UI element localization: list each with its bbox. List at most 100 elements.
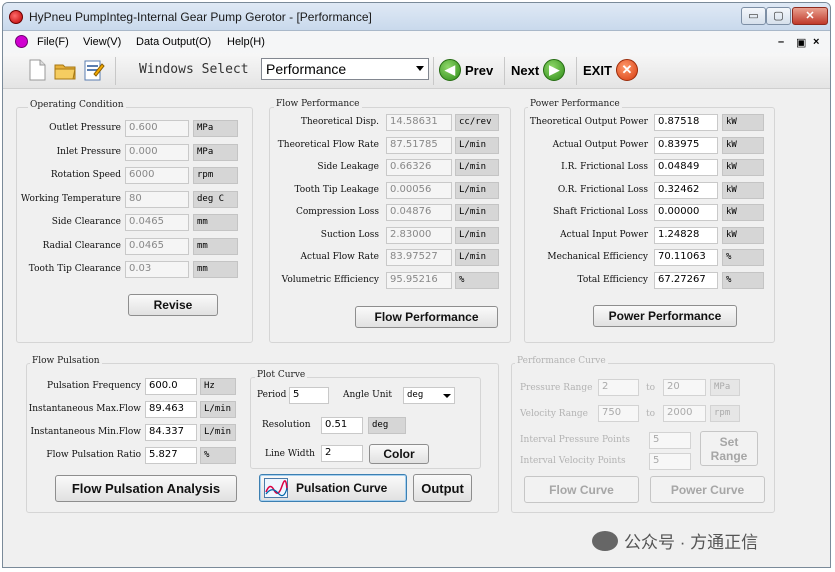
windows-select-dropdown[interactable]: Performance [261,58,429,80]
velocity-range-label: Velocity Range [520,409,589,419]
power-row-label: O.R. Frictional Loss [557,184,648,195]
operating-row-value-field[interactable]: 0.03 [125,261,189,278]
flow-row-value-field[interactable]: 83.97527 [386,249,452,266]
power-row-label: Mechanical Efficiency [547,252,648,262]
angle-unit-select[interactable]: deg [403,387,455,404]
minimize-button[interactable]: ▭ [741,7,766,25]
operating-row-value-field[interactable]: 80 [125,190,189,208]
flow-row-label: Theoretical Disp. [300,117,379,127]
menu-help[interactable]: Help(H) [227,36,265,48]
toolbar: Windows Select Performance ◀ Prev Next ▶… [3,53,830,89]
pulsation-row-value-field[interactable]: 89.463 [145,401,197,418]
power-row-value-field[interactable]: 1.24828 [654,226,718,244]
power-row-unit: kW [722,136,764,154]
power-row-value-field[interactable]: 0.32462 [654,181,718,199]
operating-row-value-field[interactable]: 0.600 [125,120,189,137]
menu-data-output[interactable]: Data Output(O) [136,36,211,48]
mdi-close-button[interactable]: × [813,36,819,48]
close-x-icon: ✕ [615,59,638,81]
watermark: 公众号 · 方通正信 [592,528,758,553]
close-button[interactable]: ✕ [792,7,828,25]
operating-row-value-field[interactable]: 0.0465 [125,237,189,255]
menu-view[interactable]: View(V) [83,36,121,48]
line-width-label: Line Width [265,449,315,459]
operating-row-label: Rotation Speed [50,170,121,180]
flow-row-value-field[interactable]: 0.66326 [386,159,452,176]
operating-row-unit: MPa [193,143,238,161]
pressure-to-input[interactable]: 20 [663,379,706,396]
pulsation-row-value-field[interactable]: 84.337 [145,424,197,441]
flow-row-value-field[interactable]: 95.95216 [386,271,452,289]
prev-button[interactable]: ◀ Prev [439,56,493,84]
exit-button[interactable]: EXIT ✕ [583,56,638,84]
maximize-button[interactable]: ▢ [766,7,791,25]
windows-select-label: Windows Select [139,62,249,77]
flow-pulsation-analysis-button[interactable]: Flow Pulsation Analysis [55,475,237,502]
operating-row-value-field[interactable]: 0.000 [125,143,189,161]
operating-row-unit: deg C [193,190,238,208]
pressure-to-label: to [646,383,656,393]
arrow-right-icon: ▶ [543,59,566,81]
power-row-unit: kW [722,226,764,244]
set-range-button[interactable]: Set Range [700,431,758,466]
color-button[interactable]: Color [369,444,429,464]
flow-row-value-field[interactable]: 0.04876 [386,204,452,221]
mdi-restore-button[interactable]: ▣ [796,36,806,49]
menu-bar: File(F) View(V) Data Output(O) Help(H) –… [3,31,830,53]
power-performance-button[interactable]: Power Performance [593,305,737,327]
power-row-unit: kW [722,159,764,176]
power-row-value-field[interactable]: 0.04849 [654,159,718,176]
flow-row-value-field[interactable]: 2.83000 [386,226,452,244]
pressure-unit: MPa [710,379,740,396]
new-file-icon[interactable] [25,58,49,82]
save-notepad-icon[interactable] [81,58,105,82]
velocity-from-input[interactable]: 750 [598,405,639,422]
wechat-logo-icon [592,530,618,551]
pulsation-curve-button[interactable]: Pulsation Curve [259,474,407,502]
flow-performance-button[interactable]: Flow Performance [355,306,498,328]
flow-row-label: Volumetric Efficiency [281,274,379,285]
pressure-from-input[interactable]: 2 [598,379,639,396]
menu-file[interactable]: File(F) [37,36,69,48]
pressure-range-label: Pressure Range [520,383,593,393]
mdi-minimize-button[interactable]: – [778,36,784,48]
line-width-input[interactable]: 2 [321,445,363,462]
revise-button[interactable]: Revise [128,294,218,316]
power-row-label: Total Efficiency [577,274,648,285]
chevron-down-icon [443,394,451,398]
pulsation-row-value-field[interactable]: 600.0 [145,378,197,395]
flow-row-value-field[interactable]: 0.00056 [386,181,452,199]
interval-velocity-input[interactable]: 5 [649,453,691,470]
operating-row-unit: mm [193,261,238,278]
power-curve-button[interactable]: Power Curve [650,476,765,503]
pulsation-row-label: Instantaneous Max.Flow [28,404,141,414]
exit-label: EXIT [583,62,612,78]
operating-row-value-field[interactable]: 6000 [125,167,189,184]
operating-row-label: Side Clearance [51,217,121,227]
output-button[interactable]: Output [413,474,472,502]
velocity-unit: rpm [710,405,740,422]
power-row-value-field[interactable]: 70.11063 [654,249,718,266]
velocity-to-input[interactable]: 2000 [663,405,706,422]
interval-pressure-input[interactable]: 5 [649,432,691,449]
pulsation-row-value-field[interactable]: 5.827 [145,447,197,464]
period-input[interactable]: 5 [289,387,329,404]
flow-row-label: Compression Loss [295,207,379,217]
next-button[interactable]: Next ▶ [511,56,566,84]
flow-row-value-field[interactable]: 87.51785 [386,136,452,154]
pulsation-row-unit: % [200,447,236,464]
power-row-value-field[interactable]: 0.00000 [654,204,718,221]
chevron-down-icon [416,66,424,71]
flow-row-label: Side Leakage [317,162,379,172]
flow-pulsation-title: Flow Pulsation [30,356,102,366]
power-row-value-field[interactable]: 0.87518 [654,114,718,131]
power-row-label: Actual Output Power [552,139,648,150]
angle-unit-value: deg [407,390,424,400]
open-folder-icon[interactable] [53,58,77,82]
flow-curve-button[interactable]: Flow Curve [524,476,639,503]
operating-row-value-field[interactable]: 0.0465 [125,214,189,231]
resolution-input[interactable]: 0.51 [321,417,363,434]
power-row-value-field[interactable]: 67.27267 [654,271,718,289]
flow-row-value-field[interactable]: 14.58631 [386,114,452,131]
power-row-value-field[interactable]: 0.83975 [654,136,718,154]
